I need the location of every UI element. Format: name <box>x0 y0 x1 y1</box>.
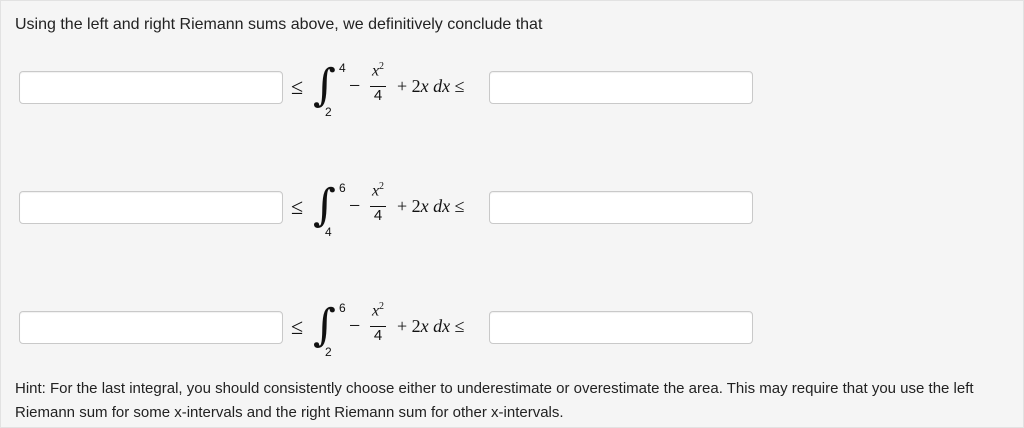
hint-text: Hint: For the last integral, you should … <box>15 380 974 421</box>
integral-sign: ∫ <box>313 60 336 111</box>
integral-sign: ∫ <box>313 180 336 231</box>
fraction-numerator: x2 <box>371 181 385 200</box>
minus-sign: − <box>349 315 361 337</box>
leq-symbol: ≤ <box>291 314 304 339</box>
lower-limit: 2 <box>325 105 332 119</box>
upper-bound-input-2[interactable] <box>489 191 753 224</box>
fraction-denominator: 4 <box>373 327 383 344</box>
upper-limit: 6 <box>339 181 346 195</box>
inequality-row-2: ≤ ∫ 6 4 − x2 4 + 2x dx ≤ <box>1 167 1024 247</box>
fraction-denominator: 4 <box>373 87 383 104</box>
lower-bound-input-2[interactable] <box>19 191 283 224</box>
lower-limit: 2 <box>325 345 332 359</box>
upper-limit: 6 <box>339 301 346 315</box>
upper-limit: 4 <box>339 61 346 75</box>
leq-symbol: ≤ <box>291 74 304 99</box>
upper-bound-input-3[interactable] <box>489 311 753 344</box>
inequality-row-1: ≤ ∫ 4 2 − x2 4 + 2x dx ≤ <box>1 47 1024 127</box>
minus-sign: − <box>349 195 361 217</box>
question-panel: Using the left and right Riemann sums ab… <box>0 0 1024 428</box>
integral-expression-2: ≤ ∫ 6 4 − x2 4 + 2x dx ≤ <box>289 167 489 247</box>
fraction-numerator: x2 <box>371 301 385 320</box>
integrand-rest: + 2x dx ≤ <box>397 196 465 216</box>
minus-sign: − <box>349 75 361 97</box>
fraction-denominator: 4 <box>373 207 383 224</box>
lower-bound-input-3[interactable] <box>19 311 283 344</box>
integral-sign: ∫ <box>313 300 336 351</box>
integral-expression-3: ≤ ∫ 6 2 − x2 4 + 2x dx ≤ <box>289 287 489 367</box>
fraction-numerator: x2 <box>371 61 385 80</box>
intro-text: Using the left and right Riemann sums ab… <box>15 16 543 33</box>
lower-limit: 4 <box>325 225 332 239</box>
leq-symbol: ≤ <box>291 194 304 219</box>
lower-bound-input-1[interactable] <box>19 71 283 104</box>
upper-bound-input-1[interactable] <box>489 71 753 104</box>
integral-expression-1: ≤ ∫ 4 2 − x2 4 + 2x dx ≤ <box>289 47 489 127</box>
integrand-rest: + 2x dx ≤ <box>397 316 465 336</box>
inequality-row-3: ≤ ∫ 6 2 − x2 4 + 2x dx ≤ <box>1 287 1024 367</box>
integrand-rest: + 2x dx ≤ <box>397 76 465 96</box>
